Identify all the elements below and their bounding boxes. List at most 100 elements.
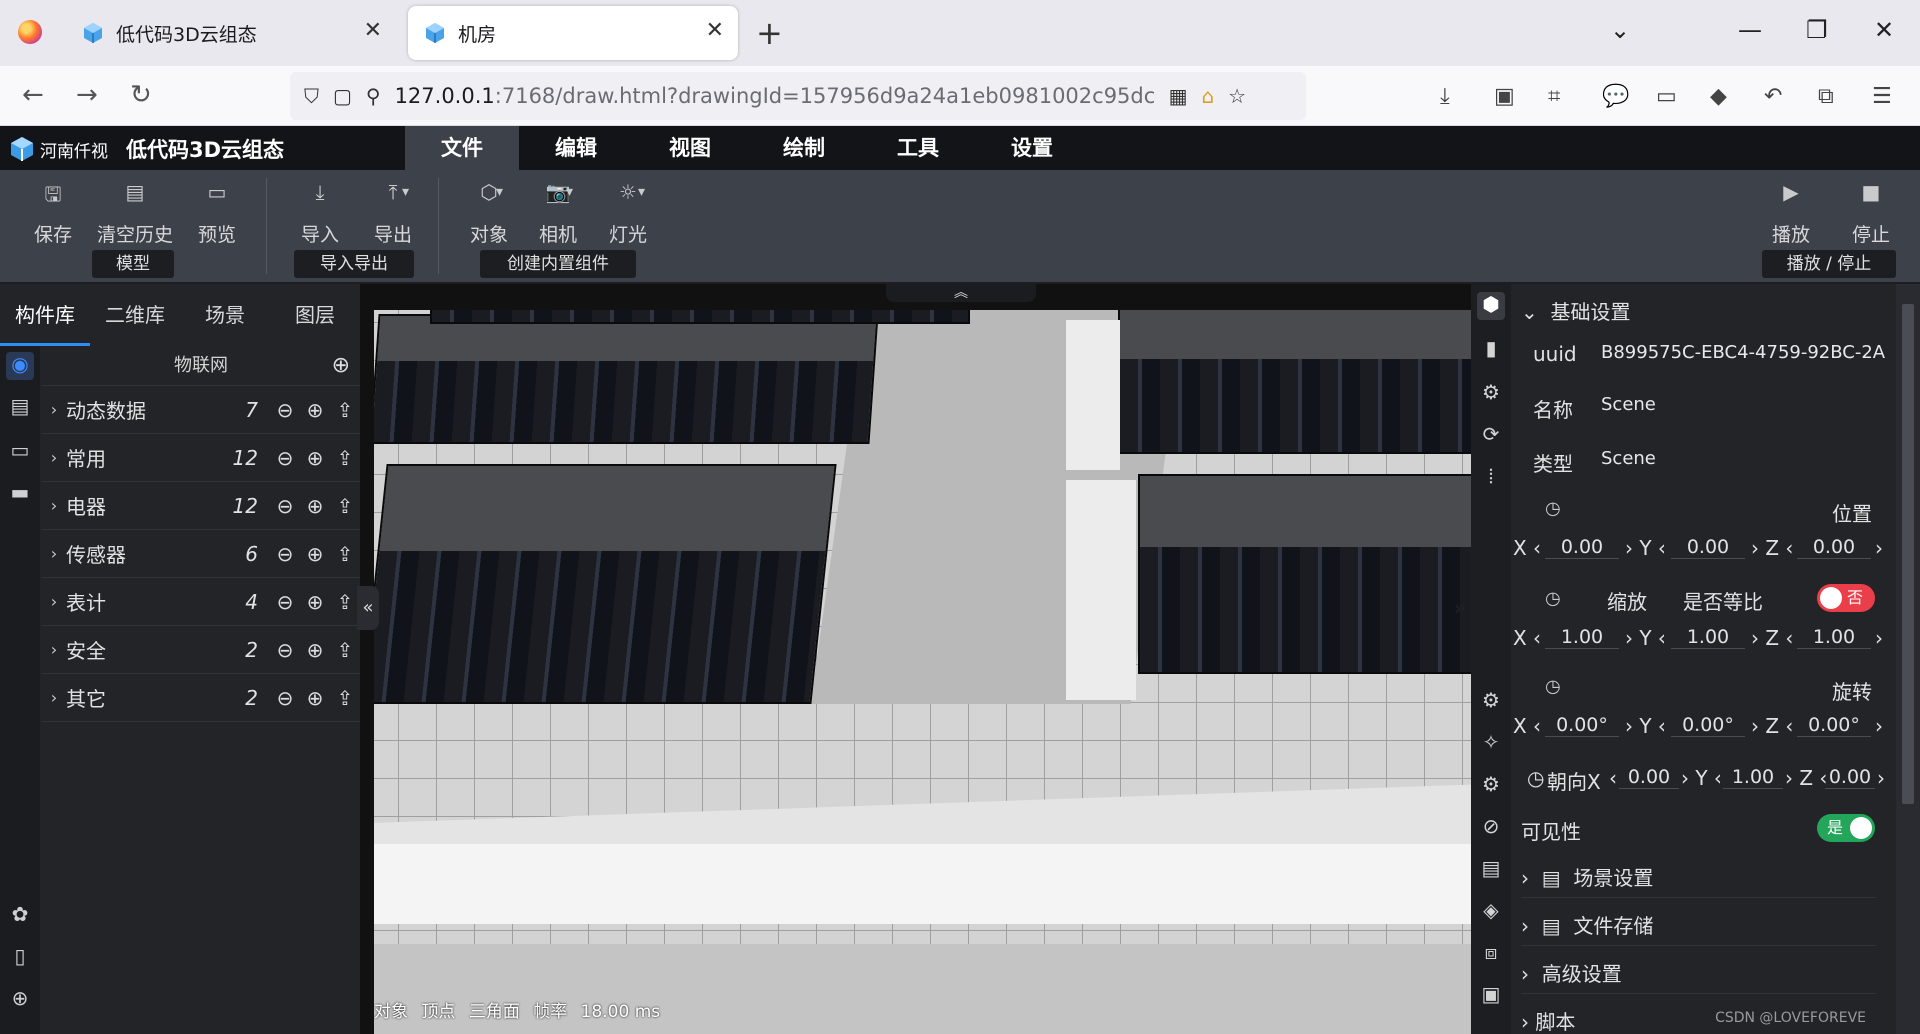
- plus-circle-icon[interactable]: ⊕: [300, 638, 330, 662]
- forward-button[interactable]: →: [76, 80, 98, 110]
- light-button[interactable]: ☼ 灯光: [593, 180, 663, 247]
- subsection-scene-settings[interactable]: › ▤ 场景设置: [1521, 850, 1876, 898]
- document-icon[interactable]: ▤: [6, 394, 34, 422]
- subsection-file-storage[interactable]: › ▤ 文件存储: [1521, 898, 1876, 946]
- camera-button[interactable]: 📷 相机: [523, 180, 593, 247]
- clock-icon[interactable]: ◷: [1527, 766, 1544, 790]
- list-item[interactable]: › 电器 12 ⊖ ⊕ ⇪: [42, 482, 360, 530]
- minus-circle-icon[interactable]: ⊖: [270, 542, 300, 566]
- book-icon[interactable]: ▯: [6, 944, 34, 972]
- browser-tab-2[interactable]: 机房 ✕: [408, 6, 738, 60]
- upload-icon[interactable]: ⇪: [330, 638, 360, 662]
- visibility-toggle[interactable]: 是: [1817, 814, 1875, 842]
- back-button[interactable]: ←: [22, 80, 44, 110]
- monitor-icon[interactable]: ▭: [1656, 84, 1677, 109]
- list-item[interactable]: › 动态数据 7 ⊖ ⊕ ⇪: [42, 386, 360, 434]
- scrollbar[interactable]: [1896, 284, 1920, 1034]
- import-button[interactable]: ⤓ 导入: [285, 180, 355, 247]
- collapse-up-icon[interactable]: ︽: [886, 284, 1036, 302]
- plus-circle-icon[interactable]: ⊕: [300, 686, 330, 710]
- settings-icon[interactable]: ⚙: [1477, 688, 1505, 716]
- refresh-icon[interactable]: ⟳: [1477, 422, 1505, 450]
- menu-edit[interactable]: 编辑: [519, 126, 633, 170]
- chevron-down-icon[interactable]: ▾: [496, 184, 503, 200]
- minus-circle-icon[interactable]: ⊖: [270, 686, 300, 710]
- undo-icon[interactable]: ↶: [1764, 84, 1782, 109]
- uniform-scale-toggle[interactable]: 否: [1817, 584, 1875, 612]
- close-icon[interactable]: ✕: [706, 18, 724, 43]
- add-circle-icon[interactable]: ⊕: [6, 986, 34, 1014]
- shield-icon[interactable]: ⛉: [304, 84, 319, 108]
- plus-circle-icon[interactable]: ⊕: [300, 590, 330, 614]
- url-text[interactable]: 127.0.0.1:7168/draw.html?drawingId=15795…: [395, 84, 1155, 108]
- chat-icon[interactable]: 💬: [1602, 84, 1629, 109]
- upload-icon[interactable]: ⇪: [330, 446, 360, 470]
- tab-layers[interactable]: 图层: [270, 284, 360, 346]
- home-icon[interactable]: ⌂: [1201, 84, 1214, 108]
- menu-file[interactable]: 文件: [405, 126, 519, 170]
- tab-components[interactable]: 构件库: [0, 284, 90, 346]
- upload-icon[interactable]: ⇪: [330, 542, 360, 566]
- plus-circle-icon[interactable]: ⊕: [300, 446, 330, 470]
- chevron-down-icon[interactable]: ⌄: [1610, 16, 1630, 44]
- menu-tools[interactable]: 工具: [861, 126, 975, 170]
- bookmark-star-icon[interactable]: ☆: [1228, 84, 1246, 108]
- puzzle-icon[interactable]: ⧉: [1818, 84, 1834, 109]
- export-button[interactable]: ⤒ 导出: [358, 180, 428, 247]
- layers-card-icon[interactable]: ▤: [1477, 856, 1505, 884]
- chevron-down-icon[interactable]: ▾: [566, 184, 573, 200]
- collapse-left-panel-button[interactable]: «: [357, 586, 379, 630]
- play-button[interactable]: ▶ 播放: [1756, 180, 1826, 247]
- restore-button[interactable]: ❐: [1806, 16, 1828, 44]
- extension-icon[interactable]: ◆: [1710, 84, 1727, 109]
- upload-icon[interactable]: ⇪: [330, 494, 360, 518]
- minus-circle-icon[interactable]: ⊖: [270, 494, 300, 518]
- plus-circle-icon[interactable]: ⊕: [300, 494, 330, 518]
- clock-icon[interactable]: ◷: [1545, 588, 1561, 609]
- file-icon[interactable]: ▮: [1477, 336, 1505, 364]
- puzzle-icon[interactable]: ✿: [6, 902, 34, 930]
- menu-draw[interactable]: 绘制: [747, 126, 861, 170]
- minus-circle-icon[interactable]: ⊖: [270, 446, 300, 470]
- preview-icon[interactable]: ▣: [1477, 982, 1505, 1010]
- clock-icon[interactable]: ◷: [1545, 498, 1561, 519]
- plus-circle-icon[interactable]: ⊕: [300, 542, 330, 566]
- close-icon[interactable]: ✕: [364, 18, 382, 43]
- preview-button[interactable]: ▭ 预览: [182, 180, 252, 247]
- list-item[interactable]: › 传感器 6 ⊖ ⊕ ⇪: [42, 530, 360, 578]
- clock-icon[interactable]: ◷: [1545, 676, 1561, 697]
- gear-icon[interactable]: ⚙: [1477, 772, 1505, 800]
- stop-button[interactable]: ■ 停止: [1836, 180, 1906, 247]
- list-item[interactable]: › 常用 12 ⊖ ⊕ ⇪: [42, 434, 360, 482]
- subsection-advanced[interactable]: › 高级设置: [1521, 946, 1876, 994]
- chevron-down-icon[interactable]: ▾: [402, 184, 409, 200]
- add-circle-icon[interactable]: ⊕: [332, 346, 350, 386]
- new-tab-button[interactable]: +: [756, 14, 783, 52]
- qr-code-icon[interactable]: ▦: [1169, 84, 1188, 108]
- tab-2d-library[interactable]: 二维库: [90, 284, 180, 346]
- gears-icon[interactable]: ⚙: [1477, 380, 1505, 408]
- cube-icon[interactable]: ⬢: [1477, 292, 1505, 320]
- crop-icon[interactable]: ⌗: [1548, 84, 1560, 109]
- monitor-icon[interactable]: ▭: [6, 438, 34, 466]
- compass-icon[interactable]: ⊘: [1477, 814, 1505, 842]
- list-item[interactable]: › 其它 2 ⊖ ⊕ ⇪: [42, 674, 360, 722]
- address-bar[interactable]: ⛉ ▢ ⚲ 127.0.0.1:7168/draw.html?drawingId…: [290, 72, 1306, 120]
- object-button[interactable]: ⬡ 对象: [454, 180, 524, 247]
- menu-view[interactable]: 视图: [633, 126, 747, 170]
- magic-wand-icon[interactable]: ✧: [1477, 730, 1505, 758]
- permissions-icon[interactable]: ⚲: [366, 84, 381, 108]
- box-icon[interactable]: ⧈: [1477, 940, 1505, 968]
- barcode-icon[interactable]: ⦙: [1477, 464, 1505, 492]
- tab-scene[interactable]: 场景: [180, 284, 270, 346]
- menu-icon[interactable]: ☰: [1872, 84, 1892, 109]
- minus-circle-icon[interactable]: ⊖: [270, 638, 300, 662]
- browser-tab-1[interactable]: 低代码3D云组态 ✕: [66, 6, 396, 60]
- 3d-viewport[interactable]: ︽ 对象 顶点 三角面 帧率 18.00 ms »: [360, 284, 1471, 1034]
- clear-history-button[interactable]: ▤ 清空历史: [96, 180, 174, 247]
- menu-settings[interactable]: 设置: [975, 126, 1089, 170]
- upload-icon[interactable]: ⇪: [330, 398, 360, 422]
- expand-right-icon[interactable]: »: [1449, 586, 1471, 630]
- layers-icon[interactable]: ◈: [1477, 898, 1505, 926]
- save-button[interactable]: 🖫 保存: [18, 180, 88, 247]
